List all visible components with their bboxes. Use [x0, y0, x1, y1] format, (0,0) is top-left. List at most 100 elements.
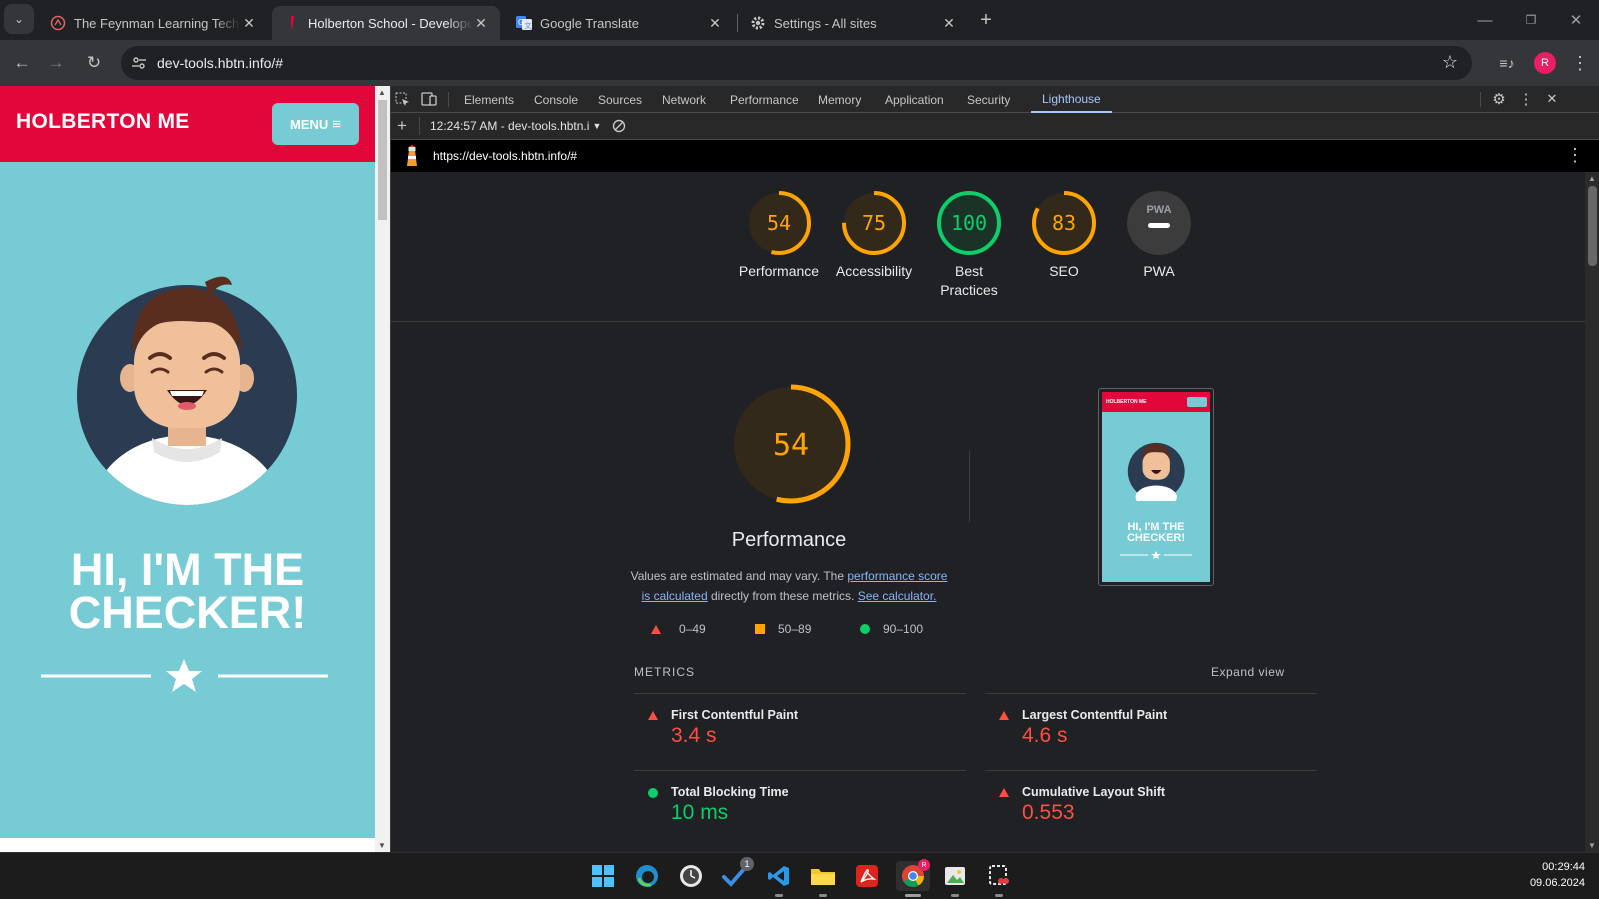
expand-view-toggle[interactable]: Expand view [1211, 665, 1285, 679]
desc-text-1: Values are estimated and may vary. The [630, 569, 845, 583]
thumb-avatar-illustration [1127, 442, 1185, 501]
close-tab-icon[interactable]: ✕ [706, 14, 724, 32]
report-url[interactable]: https://dev-tools.hbtn.info/# [433, 149, 577, 163]
tab-settings[interactable]: Settings - All sites ✕ [738, 6, 968, 40]
site-info-tune-icon[interactable] [131, 55, 147, 71]
devtools-tab-elements[interactable]: Elements [464, 86, 514, 113]
menu-label: MENU [289, 116, 329, 132]
thumb-menu-button [1187, 397, 1207, 407]
image-viewer-icon[interactable] [940, 861, 970, 897]
page-scrollbar-thumb[interactable] [378, 100, 387, 220]
holberton-favicon-icon [284, 15, 300, 31]
close-devtools-icon[interactable]: ✕ [1541, 88, 1563, 110]
page-scrollbar[interactable]: ▲ ▼ [375, 86, 390, 852]
close-tab-icon[interactable]: ✕ [472, 14, 490, 32]
snipping-tool-icon[interactable] [984, 861, 1014, 897]
profile-initial: R [1534, 52, 1556, 74]
devtools-tab-memory[interactable]: Memory [818, 86, 861, 113]
devtools-tab-console[interactable]: Console [534, 86, 578, 113]
chrome-menu-kebab-icon[interactable]: ⋮ [1564, 47, 1596, 79]
score-description: Values are estimated and may vary. The p… [629, 566, 949, 606]
devtools-tab-application[interactable]: Application [885, 86, 944, 113]
restore-window-icon[interactable]: ❐ [1508, 0, 1554, 40]
score-gauge-pwa[interactable]: PWA PWA [1114, 190, 1204, 281]
url-text: dev-tools.hbtn.info/# [157, 55, 284, 71]
tab-feynman[interactable]: The Feynman Learning Technique ✕ [38, 6, 268, 40]
new-report-plus-icon[interactable]: + [391, 115, 413, 137]
edge-browser-icon[interactable] [632, 861, 662, 891]
inspect-element-icon[interactable] [391, 88, 413, 110]
back-arrow-icon[interactable]: ← [6, 47, 38, 79]
score-gauge-best-practices[interactable]: 100 Best Practices [924, 190, 1014, 300]
report-scrollbar-thumb[interactable] [1588, 186, 1597, 266]
scroll-up-arrow-icon[interactable]: ▲ [378, 88, 386, 97]
performance-main-gauge: 54 [731, 384, 851, 504]
score-gauge-performance[interactable]: 54 Performance [734, 190, 824, 281]
tab-google-translate[interactable]: G文 Google Translate ✕ [504, 6, 734, 40]
score-gauge-seo[interactable]: 83 SEO [1019, 190, 1109, 281]
windows-start-icon[interactable] [588, 861, 618, 891]
todo-checkmark-icon[interactable]: 1 [720, 857, 754, 891]
metric-value: 0.553 [1022, 801, 1075, 824]
clock-date: 09.06.2024 [1529, 877, 1585, 889]
legend-pass-range: 90–100 [883, 622, 924, 636]
devtools-tab-sources[interactable]: Sources [598, 86, 642, 113]
scroll-down-arrow-icon[interactable]: ▼ [1588, 841, 1596, 850]
main-score-label: Performance [731, 529, 847, 551]
acrobat-pdf-icon[interactable] [852, 861, 882, 891]
vscode-icon[interactable] [764, 861, 794, 897]
report-scrollbar[interactable]: ▲ ▼ [1585, 172, 1599, 852]
forward-arrow-icon[interactable]: → [40, 47, 72, 79]
desc-text-2: directly from these metrics. [710, 589, 855, 603]
report-selector-dropdown[interactable]: 12:24:57 AM - dev-tools.hbtn.i ▼ [430, 119, 601, 133]
lighthouse-logo-icon [407, 145, 417, 166]
devtools-tab-security[interactable]: Security [967, 86, 1010, 113]
media-controls-icon[interactable]: ≡♪ [1491, 47, 1523, 79]
tab-holberton[interactable]: Holberton School - Developer tools ✕ [272, 6, 500, 40]
close-tab-icon[interactable]: ✕ [240, 14, 258, 32]
device-toolbar-icon[interactable] [418, 88, 440, 110]
gauge-label: Accessibility [835, 263, 913, 279]
thumb-star-divider [1120, 551, 1192, 559]
see-calculator-link[interactable]: See calculator. [858, 589, 937, 603]
close-tab-icon[interactable]: ✕ [940, 14, 958, 32]
system-clock[interactable]: 00:29:44 09.06.2024 [1530, 859, 1585, 891]
gauge-ring: 100 [937, 191, 1001, 255]
metric-cumulative-layout-shift[interactable]: Cumulative Layout Shift 0.553 [985, 785, 1317, 845]
fail-triangle-icon [648, 711, 658, 720]
metric-value: 10 ms [671, 801, 729, 824]
menu-button[interactable]: MENU ≡ [272, 103, 359, 145]
score-gauge-accessibility[interactable]: 75 Accessibility [829, 190, 919, 281]
final-screenshot-thumbnail[interactable]: HOLBERTON ME HI, I'M THE CHECKER! [1098, 388, 1214, 586]
devtools-tab-performance[interactable]: Performance [730, 86, 799, 113]
clear-reports-icon[interactable] [608, 115, 630, 137]
clock-time: 00:29:44 [1542, 861, 1585, 873]
devtools-menu-kebab-icon[interactable]: ⋮ [1515, 88, 1537, 110]
close-window-icon[interactable]: ✕ [1553, 0, 1599, 40]
chrome-browser-icon[interactable]: R [896, 859, 930, 897]
metric-largest-contentful-paint[interactable]: Largest Contentful Paint 4.6 s [985, 708, 1317, 768]
reload-icon[interactable]: ↻ [78, 47, 110, 79]
clock-app-icon[interactable] [676, 861, 706, 891]
report-tools-kebab-icon[interactable]: ⋮ [1566, 145, 1584, 166]
tab-search-chevron-icon[interactable]: ⌄ [4, 4, 34, 34]
minimize-window-icon[interactable]: — [1462, 0, 1508, 40]
toolbar-divider [448, 92, 449, 107]
scroll-down-arrow-icon[interactable]: ▼ [378, 841, 386, 850]
address-bar[interactable]: dev-tools.hbtn.info/# ☆ [121, 46, 1472, 80]
devtools-tab-lighthouse[interactable]: Lighthouse [1031, 86, 1112, 113]
gauge-label: Performance [738, 263, 820, 279]
new-tab-plus-icon[interactable]: + [970, 4, 1002, 36]
metric-first-contentful-paint[interactable]: First Contentful Paint 3.4 s [634, 708, 966, 768]
bookmark-star-icon[interactable]: ☆ [1442, 52, 1458, 73]
google-translate-icon: G文 [516, 15, 532, 31]
main-score-value: 54 [773, 428, 809, 463]
devtools-tab-network[interactable]: Network [662, 86, 706, 113]
site-logo[interactable]: HOLBERTON ME [16, 110, 190, 134]
scroll-up-arrow-icon[interactable]: ▲ [1588, 174, 1596, 183]
metric-total-blocking-time[interactable]: Total Blocking Time 10 ms [634, 785, 966, 845]
profile-avatar[interactable]: R [1529, 47, 1561, 79]
file-explorer-folder-icon[interactable] [808, 861, 838, 897]
svg-text:文: 文 [525, 21, 532, 30]
devtools-settings-gear-icon[interactable]: ⚙ [1488, 88, 1510, 110]
